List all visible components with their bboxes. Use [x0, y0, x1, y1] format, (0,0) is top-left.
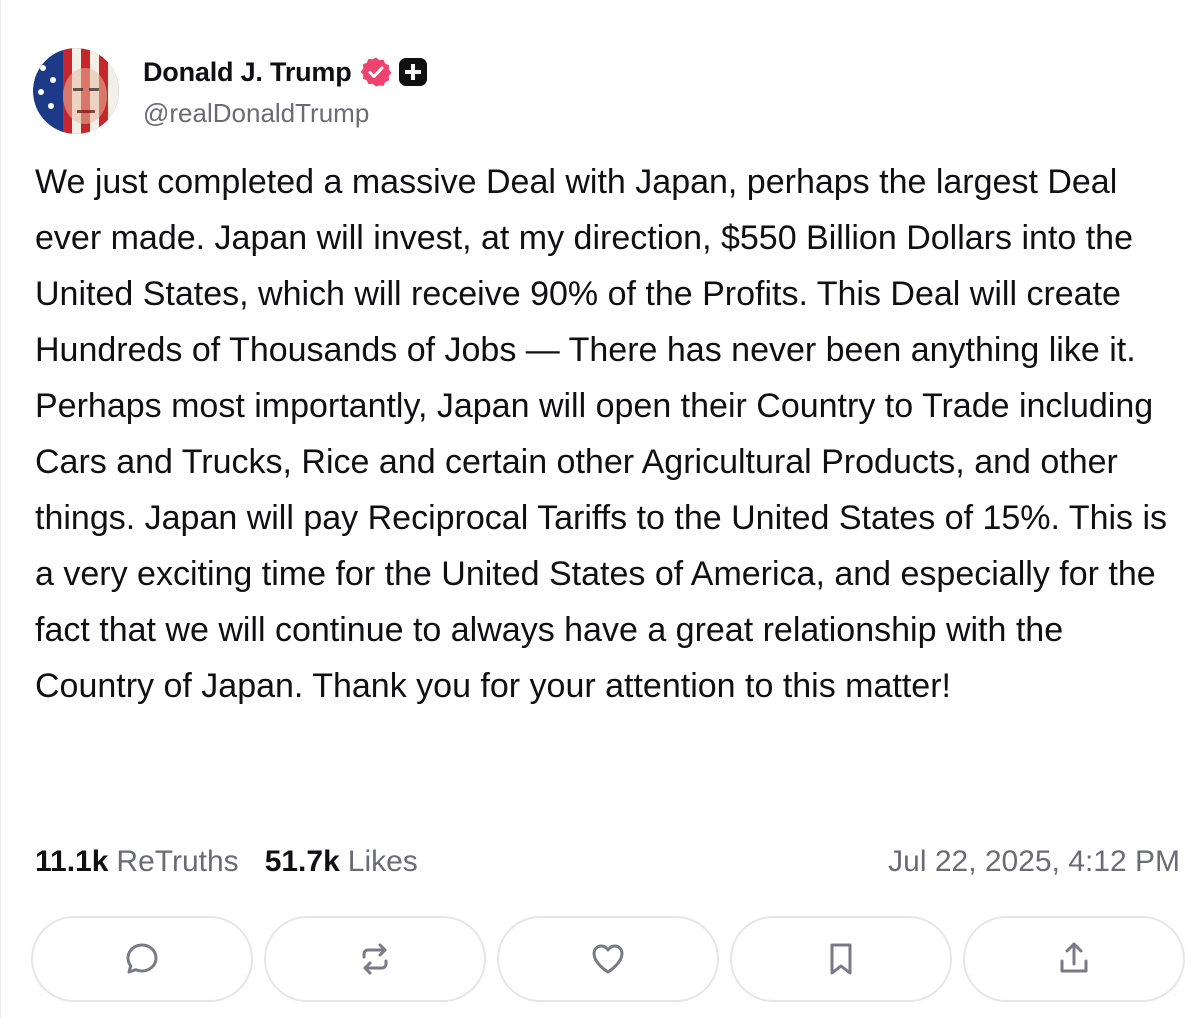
author-display-name[interactable]: Donald J. Trump: [143, 57, 352, 88]
reply-button[interactable]: [31, 916, 253, 1002]
share-button[interactable]: [963, 916, 1185, 1002]
retruth-button[interactable]: [264, 916, 486, 1002]
retruths-count[interactable]: 11.1k: [35, 845, 108, 879]
bookmark-button[interactable]: [730, 916, 952, 1002]
author-handle[interactable]: @realDonaldTrump: [143, 98, 369, 129]
post-text: We just completed a massive Deal with Ja…: [35, 163, 1168, 705]
author-name-row: Donald J. Trump: [143, 52, 428, 92]
likes-count[interactable]: 51.7k: [265, 845, 340, 879]
post-timestamp[interactable]: Jul 22, 2025, 4:12 PM: [888, 840, 1180, 884]
like-button[interactable]: [497, 916, 719, 1002]
avatar[interactable]: [33, 48, 119, 134]
post-card: Donald J. Trump @realDonaldTrump We just…: [0, 0, 1200, 1018]
post-stats: 11.1k ReTruths 51.7k Likes: [35, 840, 418, 884]
action-bar: [31, 916, 1185, 1004]
retruths-label[interactable]: ReTruths: [116, 845, 238, 879]
verified-badge-icon: [360, 57, 391, 87]
likes-label[interactable]: Likes: [348, 845, 418, 879]
retruth-icon: [362, 943, 388, 975]
heart-icon: [592, 944, 624, 974]
comment-icon: [126, 943, 158, 974]
share-icon: [1060, 942, 1088, 973]
plus-badge-icon: [398, 58, 427, 86]
bookmark-icon: [830, 943, 852, 975]
